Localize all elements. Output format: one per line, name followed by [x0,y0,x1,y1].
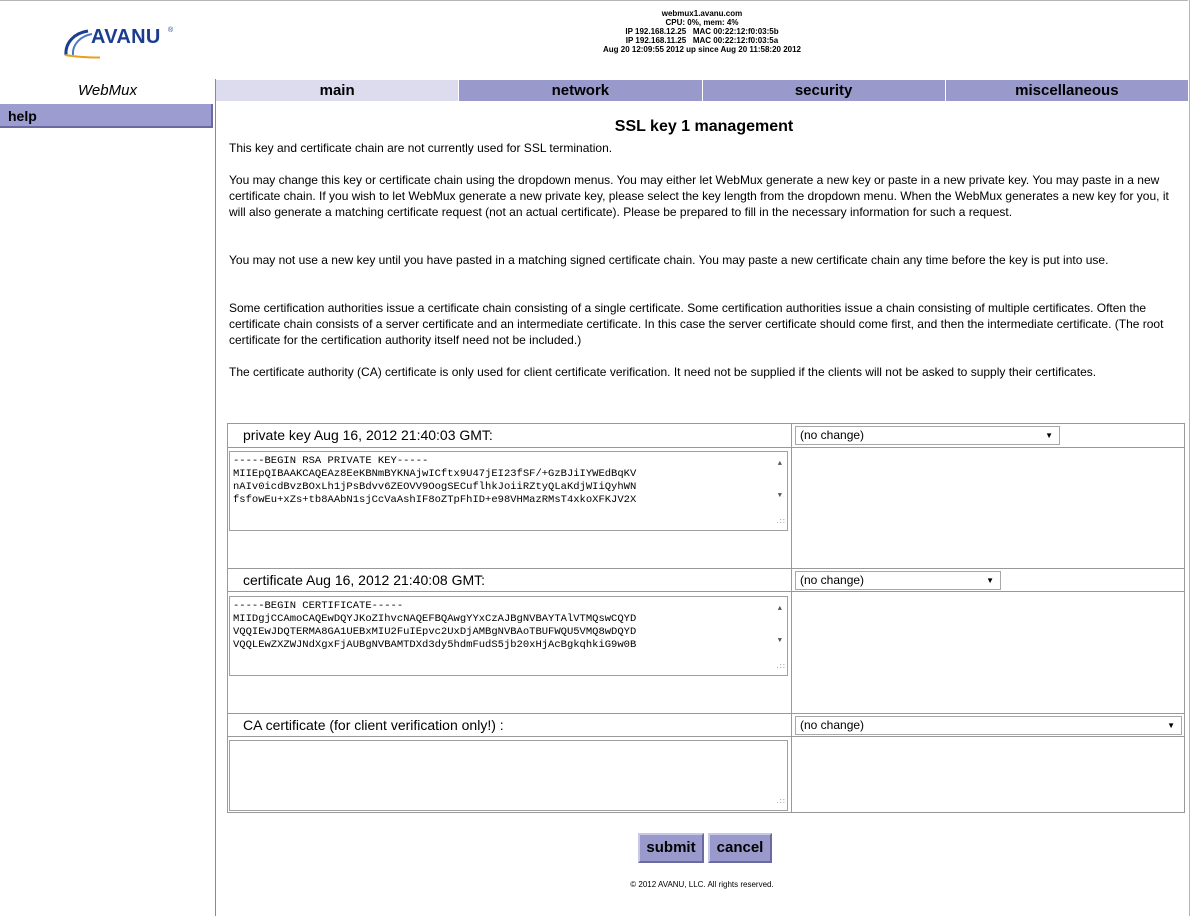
tab-main[interactable]: main [216,80,459,101]
new-key-paragraph: You may not use a new key until you have… [229,253,1109,267]
scroll-down-icon[interactable]: ▼ [778,490,782,503]
page-title: SSL key 1 management [614,118,794,135]
cancel-button[interactable]: cancel [708,833,772,863]
ca-certificate-label: CA certificate (for client verification … [243,717,504,733]
chevron-down-icon: ▼ [1167,721,1175,730]
key-form-table: private key Aug 16, 2012 21:40:03 GMT: (… [227,423,1185,813]
chevron-down-icon: ▼ [986,576,994,585]
certificate-select[interactable]: (no change) ▼ [795,571,1001,590]
private-key-label: private key Aug 16, 2012 21:40:03 GMT: [243,427,493,443]
chain-paragraph: Some certification authorities issue a c… [229,301,1164,347]
logo-trademark: ® [168,27,174,34]
row-divider [228,447,1184,448]
copyright-footer: © 2012 AVANU, LLC. All rights reserved. [630,880,774,889]
certificate-text: -----BEGIN CERTIFICATE----- MIIDgjCCAmoC… [233,600,637,651]
resize-grip-icon[interactable]: .:: [775,796,786,809]
certificate-label: certificate Aug 16, 2012 21:40:08 GMT: [243,572,486,588]
private-key-select[interactable]: (no change) ▼ [795,426,1060,445]
tab-security[interactable]: security [701,80,945,101]
resize-grip-icon[interactable]: .:: [775,516,786,529]
server-ip-2: IP 192.168.11.25 MAC 00:22:12:f0:03:5a [625,36,779,45]
instructions-paragraph: You may change this key or certificate c… [229,173,1169,219]
tab-miscellaneous[interactable]: miscellaneous [944,80,1188,101]
chevron-down-icon: ▼ [1045,431,1053,440]
ca-paragraph: The certificate authority (CA) certifica… [229,365,1097,379]
sidebar-item-help[interactable]: help [0,104,213,128]
private-key-textarea[interactable]: -----BEGIN RSA PRIVATE KEY----- MIIEpQIB… [229,451,788,531]
server-status: webmux1.avanu.com CPU: 0%, mem: 4% IP 19… [216,9,1188,54]
ca-certificate-textarea[interactable]: .:: [229,740,788,811]
main-tabs: main network security miscellaneous [216,80,1188,101]
scroll-down-icon[interactable]: ▼ [778,635,782,648]
row-divider [228,591,1184,592]
ca-certificate-select-value: (no change) [800,718,865,732]
row-divider [228,736,1184,737]
scroll-up-icon[interactable]: ▲ [778,603,782,616]
private-key-select-value: (no change) [800,428,865,442]
server-uptime: Aug 20 12:09:55 2012 up since Aug 20 11:… [602,45,802,54]
resize-grip-icon[interactable]: .:: [775,661,786,674]
server-cpu: CPU: 0%, mem: 4% [665,18,739,27]
column-divider [791,424,792,812]
ca-certificate-select[interactable]: (no change) ▼ [795,716,1182,735]
sidebar-divider [215,79,216,916]
avanu-logo: AVANU ® [60,25,190,65]
logo-text: AVANU [91,26,161,48]
app-title: WebMux [78,82,137,99]
tab-network[interactable]: network [458,80,702,101]
certificate-select-value: (no change) [800,573,865,587]
server-ip-1: IP 192.168.12.25 MAC 00:22:12:f0:03:5b [625,27,779,36]
frame-border-top [0,0,1188,1]
server-hostname: webmux1.avanu.com [661,9,743,18]
status-paragraph: This key and certificate chain are not c… [229,141,613,155]
submit-button[interactable]: submit [638,833,704,863]
private-key-text: -----BEGIN RSA PRIVATE KEY----- MIIEpQIB… [233,455,637,506]
scroll-up-icon[interactable]: ▲ [778,458,782,471]
certificate-textarea[interactable]: -----BEGIN CERTIFICATE----- MIIDgjCCAmoC… [229,596,788,676]
